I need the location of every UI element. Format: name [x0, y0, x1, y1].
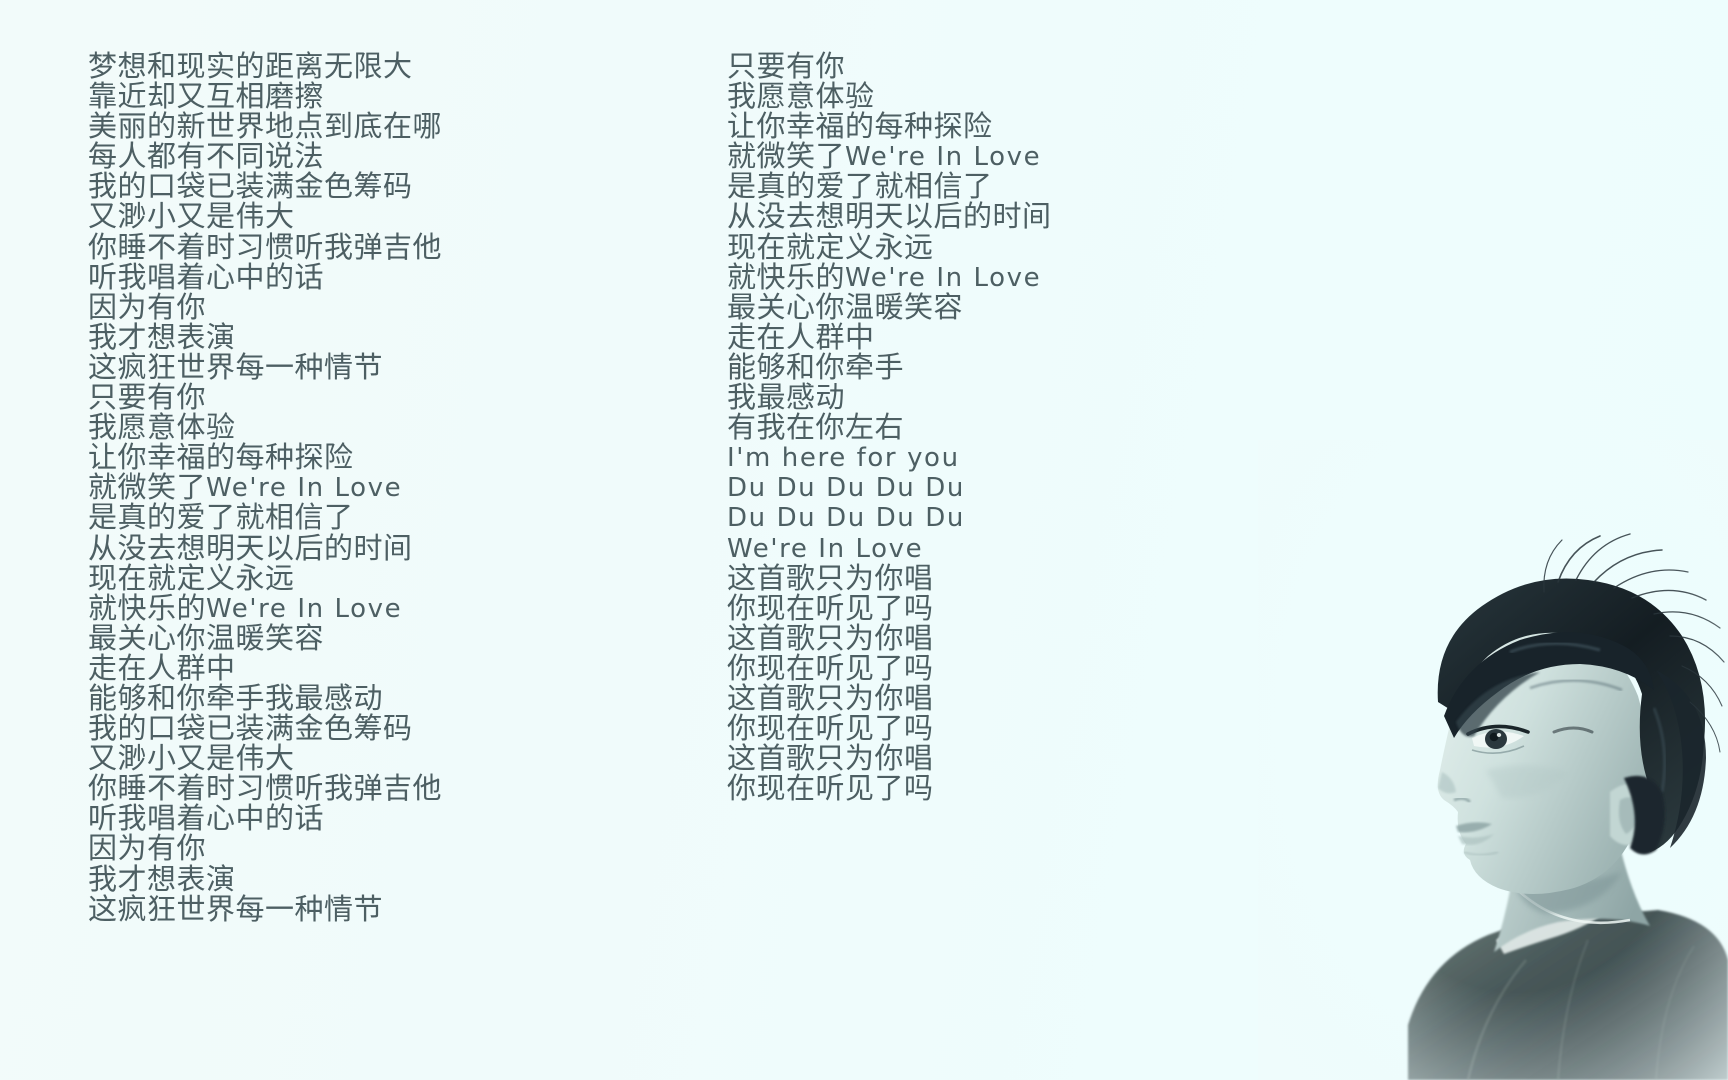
lyric-text-cjk: 就微笑了: [727, 141, 846, 174]
lyric-line: 听我唱着心中的话: [88, 261, 325, 294]
lyric-line: 因为有你: [88, 291, 207, 324]
lyric-line: 从没去想明天以后的时间: [727, 201, 1052, 234]
lyric-line: 靠近却又互相磨擦: [88, 81, 325, 114]
lyric-line: 走在人群中: [88, 652, 236, 685]
lyric-line: 走在人群中: [727, 321, 875, 354]
lyric-line: 最关心你温暖笑容: [88, 622, 325, 655]
artist-portrait-photo: [1258, 440, 1728, 1080]
lyric-line: 我愿意体验: [88, 412, 236, 445]
lyric-line: 有我在你左右: [727, 412, 905, 445]
lyric-line: 这首歌只为你唱: [727, 622, 934, 655]
lyric-line: 美丽的新世界地点到底在哪: [88, 111, 443, 144]
lyric-line: 是真的爱了就相信了: [88, 502, 354, 535]
lyric-line: 只要有你: [727, 51, 846, 83]
lyric-text-latin: We're In Love: [206, 473, 403, 504]
lyric-line: 这首歌只为你唱: [727, 743, 934, 776]
lyric-line: We're In Love: [727, 533, 924, 564]
lyric-line: I'm here for you: [727, 443, 960, 474]
lyric-line: 这疯狂世界每一种情节: [88, 893, 384, 926]
lyric-line: 就微笑了We're In Love: [727, 142, 1052, 172]
lyric-line: 这首歌只为你唱: [727, 682, 934, 715]
lyric-line: 我的口袋已装满金色筹码: [88, 713, 413, 746]
lyric-line: 就快乐的We're In Love: [727, 263, 1052, 293]
lyric-text-latin: We're In Love: [845, 262, 1042, 293]
lyric-line: 听我唱着心中的话: [88, 803, 325, 836]
lyrics-column-right: 只要有你 我愿意体验 让你幸福的每种探险 就微笑了We're In Love 是真的爱了…: [727, 52, 1052, 804]
lyric-text-cjk: 就快乐的: [88, 592, 207, 625]
lyric-line: 只要有你: [88, 382, 207, 415]
lyric-line: 能够和你牵手: [727, 351, 905, 384]
lyric-line: 又渺小又是伟大: [88, 743, 295, 776]
lyric-line: 因为有你: [88, 833, 207, 866]
lyric-line: 这首歌只为你唱: [727, 562, 934, 595]
lyric-line: 每人都有不同说法: [88, 141, 325, 174]
lyric-line: 梦想和现实的距离无限大: [88, 51, 413, 83]
lyric-line: 你睡不着时习惯听我弹吉他: [88, 773, 443, 806]
lyric-line: 这疯狂世界每一种情节: [88, 351, 384, 384]
lyric-line: 让你幸福的每种探险: [88, 442, 354, 475]
lyric-line: 让你幸福的每种探险: [727, 111, 993, 144]
lyric-line: 我才想表演: [88, 321, 236, 354]
lyric-line: 就微笑了We're In Love: [88, 473, 442, 503]
lyric-line: 我最感动: [727, 382, 846, 415]
lyric-text-cjk: 就微笑了: [88, 472, 207, 505]
lyric-line: 我愿意体验: [727, 81, 875, 114]
lyric-line: Du Du Du Du Du: [727, 473, 965, 504]
lyric-line: 又渺小又是伟大: [88, 201, 295, 234]
lyric-text-latin: We're In Love: [845, 142, 1042, 173]
lyrics-column-left: 梦想和现实的距离无限大 靠近却又互相磨擦 美丽的新世界地点到底在哪 每人都有不同说法我…: [88, 52, 442, 925]
lyrics-card: 梦想和现实的距离无限大 靠近却又互相磨擦 美丽的新世界地点到底在哪 每人都有不同说法我…: [0, 0, 1728, 1080]
lyric-line: 你现在听见了吗: [727, 713, 934, 746]
lyric-line: 最关心你温暖笑容: [727, 291, 964, 324]
lyric-line: 你现在听见了吗: [727, 773, 934, 806]
lyric-line: 你现在听见了吗: [727, 592, 934, 625]
lyric-line: 是真的爱了就相信了: [727, 171, 993, 204]
lyric-line: 就快乐的We're In Love: [88, 594, 442, 624]
lyric-line: 我的口袋已装满金色筹码: [88, 171, 413, 204]
lyric-line: 能够和你牵手我最感动: [88, 682, 384, 715]
lyric-line: 你现在听见了吗: [727, 652, 934, 685]
lyric-line: 你睡不着时习惯听我弹吉他: [88, 231, 443, 264]
lyric-line: 我才想表演: [88, 863, 236, 896]
portrait-illustration: [1258, 440, 1728, 1080]
lyric-text-cjk: 就快乐的: [727, 261, 846, 294]
lyric-line: 现在就定义永远: [88, 562, 295, 595]
lyric-line: 从没去想明天以后的时间: [88, 532, 413, 565]
lyric-line: 现在就定义永远: [727, 231, 934, 264]
lyric-text-latin: We're In Love: [206, 593, 403, 624]
lyric-line: Du Du Du Du Du: [727, 503, 965, 534]
